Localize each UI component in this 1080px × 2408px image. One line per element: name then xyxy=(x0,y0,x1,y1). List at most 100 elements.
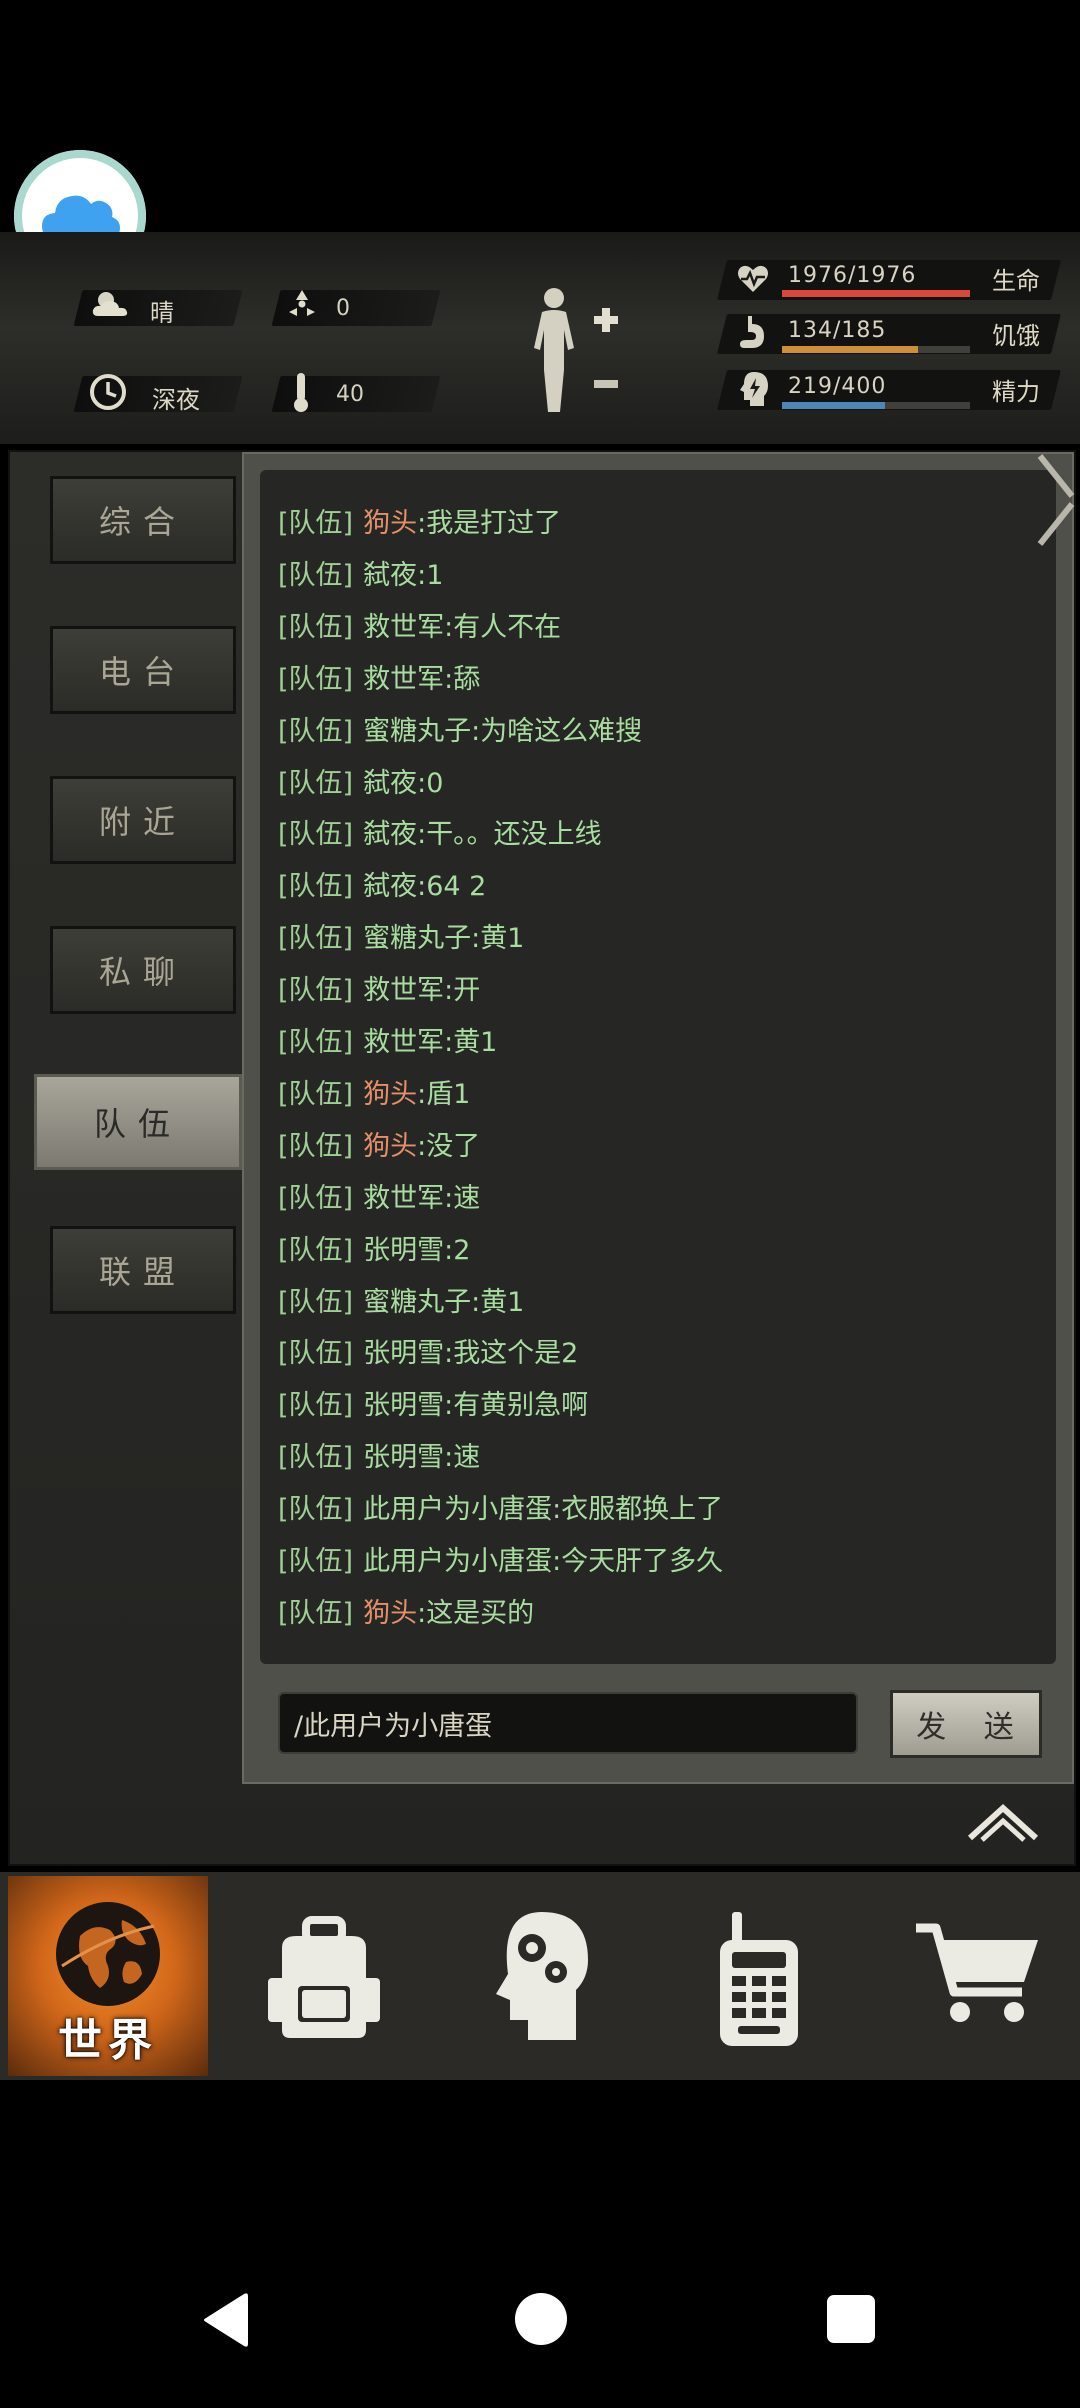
chat-message: [队伍] 张明雪:2 xyxy=(278,1233,470,1269)
message-channel: [队伍] xyxy=(278,923,354,955)
message-separator: : xyxy=(417,767,427,799)
tab-radio[interactable]: 电台 xyxy=(50,626,236,714)
message-text: 开 xyxy=(453,975,481,1007)
message-username[interactable]: 弑夜 xyxy=(363,560,417,591)
chat-message: [队伍] 蜜糖丸子:黄1 xyxy=(278,1285,524,1321)
message-separator: : xyxy=(444,1234,454,1266)
backpack-icon[interactable] xyxy=(262,1914,386,2044)
chat-message: [队伍] 张明雪:速 xyxy=(278,1440,480,1476)
stomach-icon xyxy=(740,316,764,348)
message-separator: : xyxy=(471,715,481,747)
chat-message: [队伍] 此用户为小唐蛋:衣服都换上了 xyxy=(278,1492,723,1528)
message-channel: [队伍] xyxy=(278,1390,354,1422)
energy-label: 精力 xyxy=(992,378,1040,406)
message-username[interactable]: 蜜糖丸子 xyxy=(363,716,471,747)
recents-icon[interactable] xyxy=(826,2294,876,2344)
temperature-value: 40 xyxy=(336,382,364,407)
radio-icon[interactable] xyxy=(714,1910,804,2050)
message-username[interactable]: 救世军 xyxy=(363,664,444,695)
message-channel: [队伍] xyxy=(278,1234,354,1266)
message-username[interactable]: 狗头 xyxy=(363,1598,417,1629)
message-separator: : xyxy=(444,975,454,1007)
hunger-label: 饥饿 xyxy=(992,322,1040,350)
message-text: 64 2 xyxy=(426,871,487,903)
message-text: 黄1 xyxy=(453,1027,498,1058)
message-text: 速 xyxy=(453,1182,481,1214)
message-separator: : xyxy=(417,508,427,539)
back-icon[interactable] xyxy=(200,2292,252,2348)
message-text: 干。。还没上线 xyxy=(426,819,602,851)
message-text: 黄1 xyxy=(480,923,525,955)
tab-team[interactable]: 队伍 xyxy=(34,1074,242,1170)
message-username[interactable]: 弑夜 xyxy=(363,768,417,799)
chat-message: [队伍] 救世军:舔 xyxy=(278,662,480,698)
message-channel: [队伍] xyxy=(278,1494,354,1526)
message-channel: [队伍] xyxy=(278,559,354,591)
message-username[interactable]: 张明雪 xyxy=(363,1235,444,1266)
message-text: 我是打过了 xyxy=(426,508,562,539)
cart-icon[interactable] xyxy=(914,1920,1044,2030)
radiation-value: 0 xyxy=(336,296,350,321)
health-bar xyxy=(782,290,970,297)
chat-message: [队伍] 狗头:我是打过了 xyxy=(278,506,561,542)
hunger-bar-fill xyxy=(782,346,919,353)
message-username[interactable]: 救世军 xyxy=(363,612,444,643)
tab-nearby[interactable]: 附近 xyxy=(50,776,236,864)
chat-message: [队伍] 弑夜:1 xyxy=(278,558,443,594)
chat-input[interactable] xyxy=(278,1692,858,1754)
message-channel: [队伍] xyxy=(278,611,354,643)
chat-message-list[interactable] xyxy=(260,470,1056,1664)
health-bar-fill xyxy=(782,290,970,297)
message-username[interactable]: 蜜糖丸子 xyxy=(363,923,471,954)
message-username[interactable]: 张明雪 xyxy=(363,1442,444,1473)
message-channel: [队伍] xyxy=(278,1286,354,1318)
chat-message: [队伍] 救世军:有人不在 xyxy=(278,610,561,646)
chat-message: [队伍] 弑夜:干。。还没上线 xyxy=(278,817,602,853)
message-username[interactable]: 弑夜 xyxy=(363,819,417,850)
globe-icon xyxy=(56,1902,160,2006)
message-username[interactable]: 弑夜 xyxy=(363,871,417,902)
message-username[interactable]: 蜜糖丸子 xyxy=(363,1287,471,1318)
send-button[interactable]: 发 送 xyxy=(890,1690,1042,1758)
message-text: 为啥这么难搜 xyxy=(480,715,643,747)
home-icon[interactable] xyxy=(514,2292,568,2346)
message-text: 黄1 xyxy=(480,1286,525,1318)
message-username[interactable]: 张明雪 xyxy=(363,1338,444,1369)
message-username[interactable]: 救世军 xyxy=(363,1183,444,1214)
message-username[interactable]: 此用户为小唐蛋 xyxy=(363,1494,552,1525)
energy-bar xyxy=(782,402,970,409)
body-status-button[interactable] xyxy=(520,286,624,418)
message-channel: [队伍] xyxy=(278,1597,354,1629)
message-username[interactable]: 救世军 xyxy=(363,975,444,1006)
message-separator: : xyxy=(444,1338,454,1370)
message-text: 盾1 xyxy=(426,1078,471,1110)
message-username[interactable]: 狗头 xyxy=(363,1131,417,1162)
message-text: 速 xyxy=(453,1442,481,1474)
message-text: 这是买的 xyxy=(426,1597,535,1629)
message-username[interactable]: 此用户为小唐蛋 xyxy=(363,1546,552,1577)
message-channel: [队伍] xyxy=(278,975,354,1007)
message-separator: : xyxy=(417,559,427,591)
message-username[interactable]: 狗头 xyxy=(363,508,417,539)
message-separator: : xyxy=(417,1130,427,1162)
chevron-up-icon[interactable] xyxy=(966,1800,1040,1844)
chat-message: [队伍] 弑夜:64 2 xyxy=(278,869,486,905)
system-nav-bar xyxy=(0,2080,1080,2408)
tab-alliance[interactable]: 联盟 xyxy=(50,1226,236,1314)
hunger-bar xyxy=(782,346,970,353)
message-username[interactable]: 救世军 xyxy=(363,1027,444,1058)
message-text: 0 xyxy=(426,767,444,799)
tab-general[interactable]: 综合 xyxy=(50,476,236,564)
tab-private[interactable]: 私聊 xyxy=(50,926,236,1014)
skills-head-icon[interactable] xyxy=(488,1908,596,2044)
message-username[interactable]: 狗头 xyxy=(363,1079,417,1110)
message-separator: : xyxy=(444,663,454,695)
close-icon[interactable] xyxy=(1036,450,1076,550)
chat-message: [队伍] 此用户为小唐蛋:今天肝了多久 xyxy=(278,1544,723,1580)
chat-message: [队伍] 蜜糖丸子:黄1 xyxy=(278,921,524,957)
message-channel: [队伍] xyxy=(278,1442,354,1474)
message-separator: : xyxy=(444,611,454,643)
plus-icon xyxy=(594,308,618,332)
message-username[interactable]: 张明雪 xyxy=(363,1390,444,1421)
message-text: 有人不在 xyxy=(453,611,562,643)
